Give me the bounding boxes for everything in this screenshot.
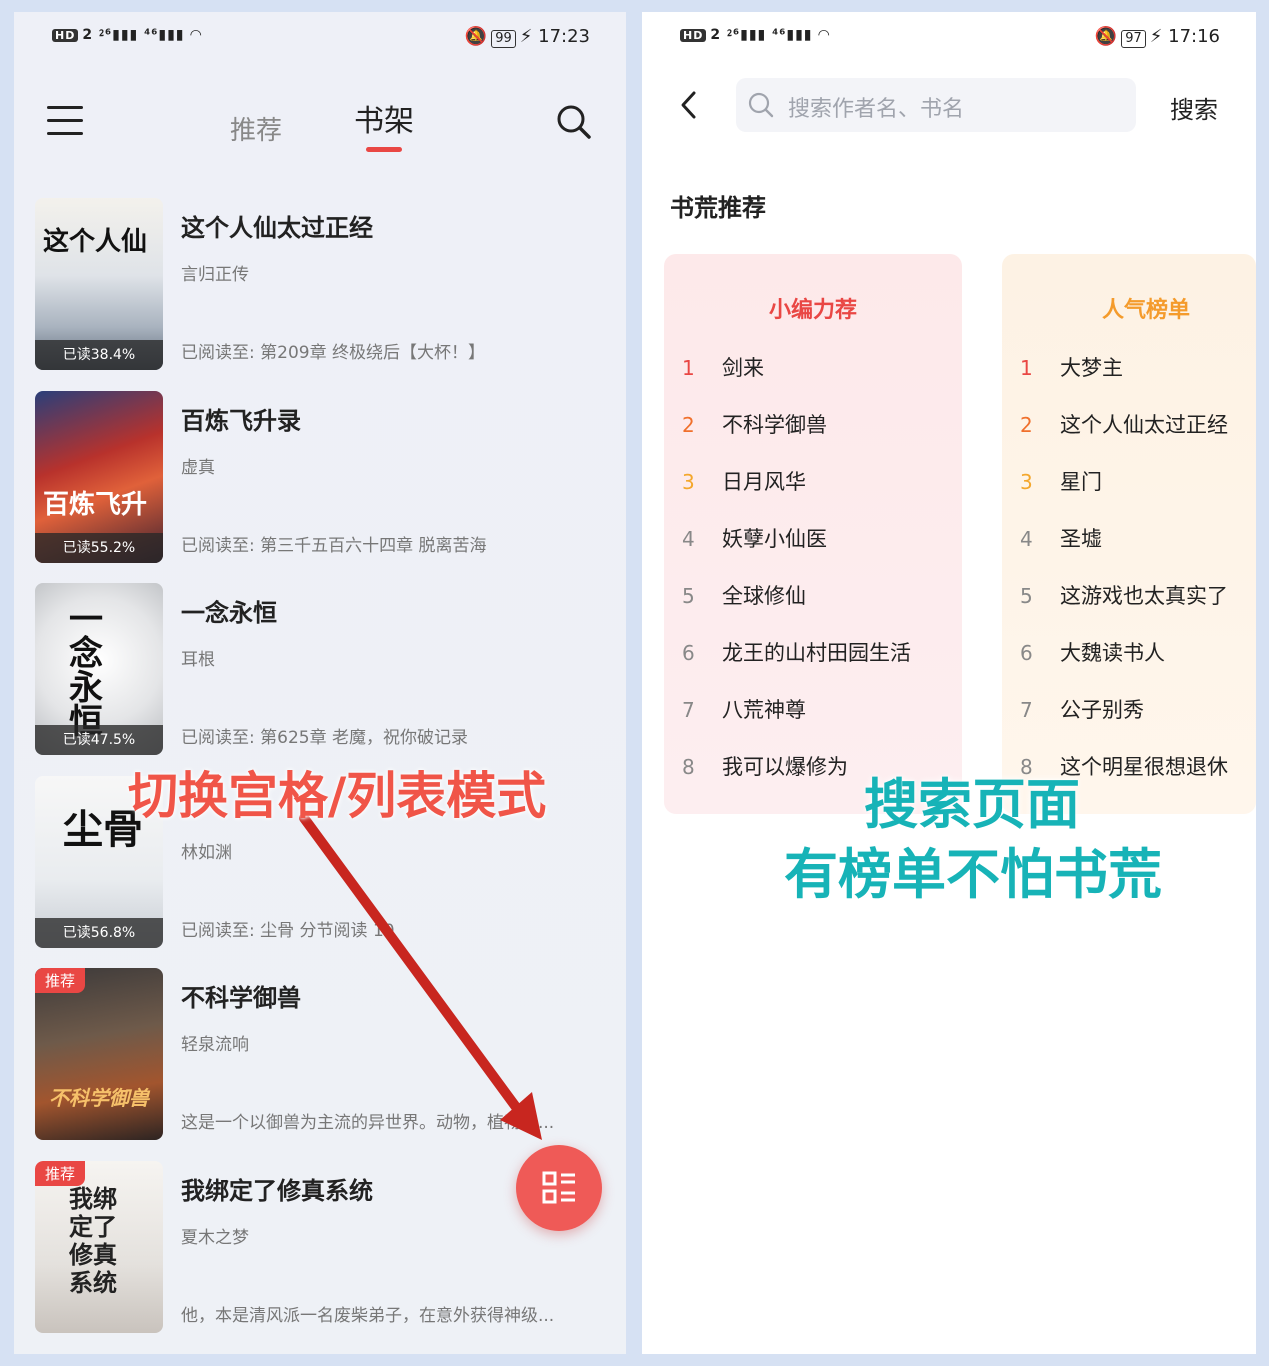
battery-indicator: 99 xyxy=(491,30,516,48)
annotation-text: 搜索页面 xyxy=(864,773,1080,836)
view-mode-toggle-button[interactable] xyxy=(516,1145,602,1231)
popular-ranking-card: 人气榜单 1 大梦主 2 这个人仙太过正经 3 星门 4 圣墟 5 这游戏也太真实了 6大… xyxy=(1002,254,1256,814)
book-author: 耳根 xyxy=(181,650,215,670)
read-progress: 已读55.2% xyxy=(35,533,163,563)
book-author: 林如渊 xyxy=(181,843,232,863)
book-cover[interactable]: 我绑定了修真系统 推荐 xyxy=(35,1161,163,1333)
card-title: 小编力荐 xyxy=(768,298,857,323)
book-item[interactable]: 百炼飞升 已读55.2% 百炼飞升录 虚真 已阅读至: 第三千五百六十四章 脱离… xyxy=(35,391,615,563)
editor-picks-card: 小编力荐 1 剑来 2 不科学御兽 3 日月风华 4 妖孽小仙医 5 全球修仙 6 龙王的山… xyxy=(664,254,962,814)
rank-item[interactable]: 2 不科学御兽 xyxy=(682,409,827,439)
menu-icon[interactable] xyxy=(47,106,83,136)
rank-item[interactable]: 5 这游戏也太真实了 xyxy=(1020,580,1228,610)
clock: 17:23 xyxy=(538,26,590,47)
section-title: 书荒推荐 xyxy=(670,194,766,222)
book-intro: 他，本是清风派一名废柴弟子，在意外获得神级... xyxy=(181,1306,555,1326)
book-author: 虚真 xyxy=(181,458,215,478)
book-title: 百炼飞升录 xyxy=(181,407,301,435)
book-author: 夏木之梦 xyxy=(181,1228,249,1248)
book-item[interactable]: 这个人仙 已读38.4% 这个人仙太过正经 言归正传 已阅读至: 第209章 终… xyxy=(35,198,615,370)
rank-item[interactable]: 7 八荒神尊 xyxy=(682,694,806,724)
rank-item[interactable]: 3 日月风华 xyxy=(682,466,806,496)
book-cover[interactable]: 不科学御兽 推荐 xyxy=(35,968,163,1140)
battery-indicator: 97 xyxy=(1121,30,1146,48)
search-screen: HD 2 ⁲⁶▮▮▮ ⁴⁶▮▮▮ ◠ 🔕 97 ⚡ 17:16 搜索作者名、书名 搜索… xyxy=(642,12,1256,1354)
book-title: 不科学御兽 xyxy=(181,984,301,1012)
book-intro: 这是一个以御兽为主流的异世界。动物，植物，... xyxy=(181,1113,555,1133)
rank-item[interactable]: 4 圣墟 xyxy=(1020,523,1102,553)
cover-title: 不科学御兽 xyxy=(49,1086,149,1110)
tab-recommend[interactable]: 推荐 xyxy=(230,110,282,147)
book-cover[interactable]: 一念永恒 已读47.5% xyxy=(35,583,163,755)
signal-icons: HD 2 ⁲⁶▮▮▮ ⁴⁶▮▮▮ ◠ xyxy=(680,26,830,44)
recommend-badge: 推荐 xyxy=(35,1161,86,1186)
status-bar: HD 2 ⁲⁶▮▮▮ ⁴⁶▮▮▮ ◠ 🔕 99 ⚡ 17:23 xyxy=(52,26,590,54)
signal-icons: HD 2 ⁲⁶▮▮▮ ⁴⁶▮▮▮ ◠ xyxy=(52,26,202,44)
book-item[interactable]: 不科学御兽 推荐 不科学御兽 轻泉流响 这是一个以御兽为主流的异世界。动物，植物… xyxy=(35,968,615,1140)
book-author: 言归正传 xyxy=(181,265,249,285)
last-read: 已阅读至: 尘骨 分节阅读 10 xyxy=(181,921,395,941)
status-right: 🔕 99 ⚡ 17:23 xyxy=(464,26,590,48)
search-icon xyxy=(748,92,774,118)
book-cover[interactable]: 这个人仙 已读38.4% xyxy=(35,198,163,370)
read-progress: 已读38.4% xyxy=(35,340,163,370)
rank-item[interactable]: 2 这个人仙太过正经 xyxy=(1020,409,1228,439)
rank-item[interactable]: 6 龙王的山村田园生活 xyxy=(682,637,911,667)
last-read: 已阅读至: 第三千五百六十四章 脱离苦海 xyxy=(181,536,487,556)
grid-list-icon xyxy=(542,1171,575,1204)
cover-title: 我绑定了修真系统 xyxy=(69,1184,117,1297)
back-arrow-icon[interactable] xyxy=(678,90,700,120)
annotation-text: 有榜单不怕书荒 xyxy=(784,843,1162,906)
last-read: 已阅读至: 第625章 老魔，祝你破记录 xyxy=(181,728,468,748)
tab-bookshelf[interactable]: 书架 xyxy=(354,96,414,140)
annotation-text: 切换宫格/列表模式 xyxy=(128,767,547,825)
status-right: 🔕 97 ⚡ 17:16 xyxy=(1094,26,1220,48)
rank-item[interactable]: 1 大梦主 xyxy=(1020,352,1123,382)
rank-item[interactable]: 8 我可以爆修为 xyxy=(682,751,848,781)
rank-item[interactable]: 7 公子别秀 xyxy=(1020,694,1144,724)
rank-item[interactable]: 3 星门 xyxy=(1020,466,1102,496)
search-input[interactable]: 搜索作者名、书名 xyxy=(736,78,1136,132)
read-progress: 已读56.8% xyxy=(35,918,163,948)
status-bar: HD 2 ⁲⁶▮▮▮ ⁴⁶▮▮▮ ◠ 🔕 97 ⚡ 17:16 xyxy=(680,26,1220,54)
recommend-badge: 推荐 xyxy=(35,968,86,993)
search-placeholder: 搜索作者名、书名 xyxy=(788,97,965,122)
cover-title: 一念永恒 xyxy=(69,600,103,742)
rank-item[interactable]: 1 剑来 xyxy=(682,352,764,382)
rank-item[interactable]: 6 大魏读书人 xyxy=(1020,637,1165,667)
card-title: 人气榜单 xyxy=(1102,298,1191,323)
book-title: 我绑定了修真系统 xyxy=(181,1177,373,1205)
rank-item[interactable]: 4 妖孽小仙医 xyxy=(682,523,827,553)
book-title: 这个人仙太过正经 xyxy=(181,214,373,242)
cover-title: 百炼飞升 xyxy=(43,490,148,520)
book-item[interactable]: 一念永恒 已读47.5% 一念永恒 耳根 已阅读至: 第625章 老魔，祝你破记… xyxy=(35,583,615,755)
cover-title: 这个人仙 xyxy=(43,227,148,257)
bookshelf-screen: HD 2 ⁲⁶▮▮▮ ⁴⁶▮▮▮ ◠ 🔕 99 ⚡ 17:23 推荐 书架 这个人仙 … xyxy=(14,12,626,1354)
rank-item[interactable]: 5 全球修仙 xyxy=(682,580,806,610)
book-cover[interactable]: 百炼飞升 已读55.2% xyxy=(35,391,163,563)
last-read: 已阅读至: 第209章 终极绕后【大杯！】 xyxy=(181,343,485,363)
book-title: 一念永恒 xyxy=(181,599,277,627)
clock: 17:16 xyxy=(1168,26,1220,47)
read-progress: 已读47.5% xyxy=(35,725,163,755)
search-icon[interactable] xyxy=(556,104,592,140)
book-author: 轻泉流响 xyxy=(181,1035,249,1055)
active-tab-indicator xyxy=(366,147,402,152)
search-button[interactable]: 搜索 xyxy=(1170,90,1218,125)
